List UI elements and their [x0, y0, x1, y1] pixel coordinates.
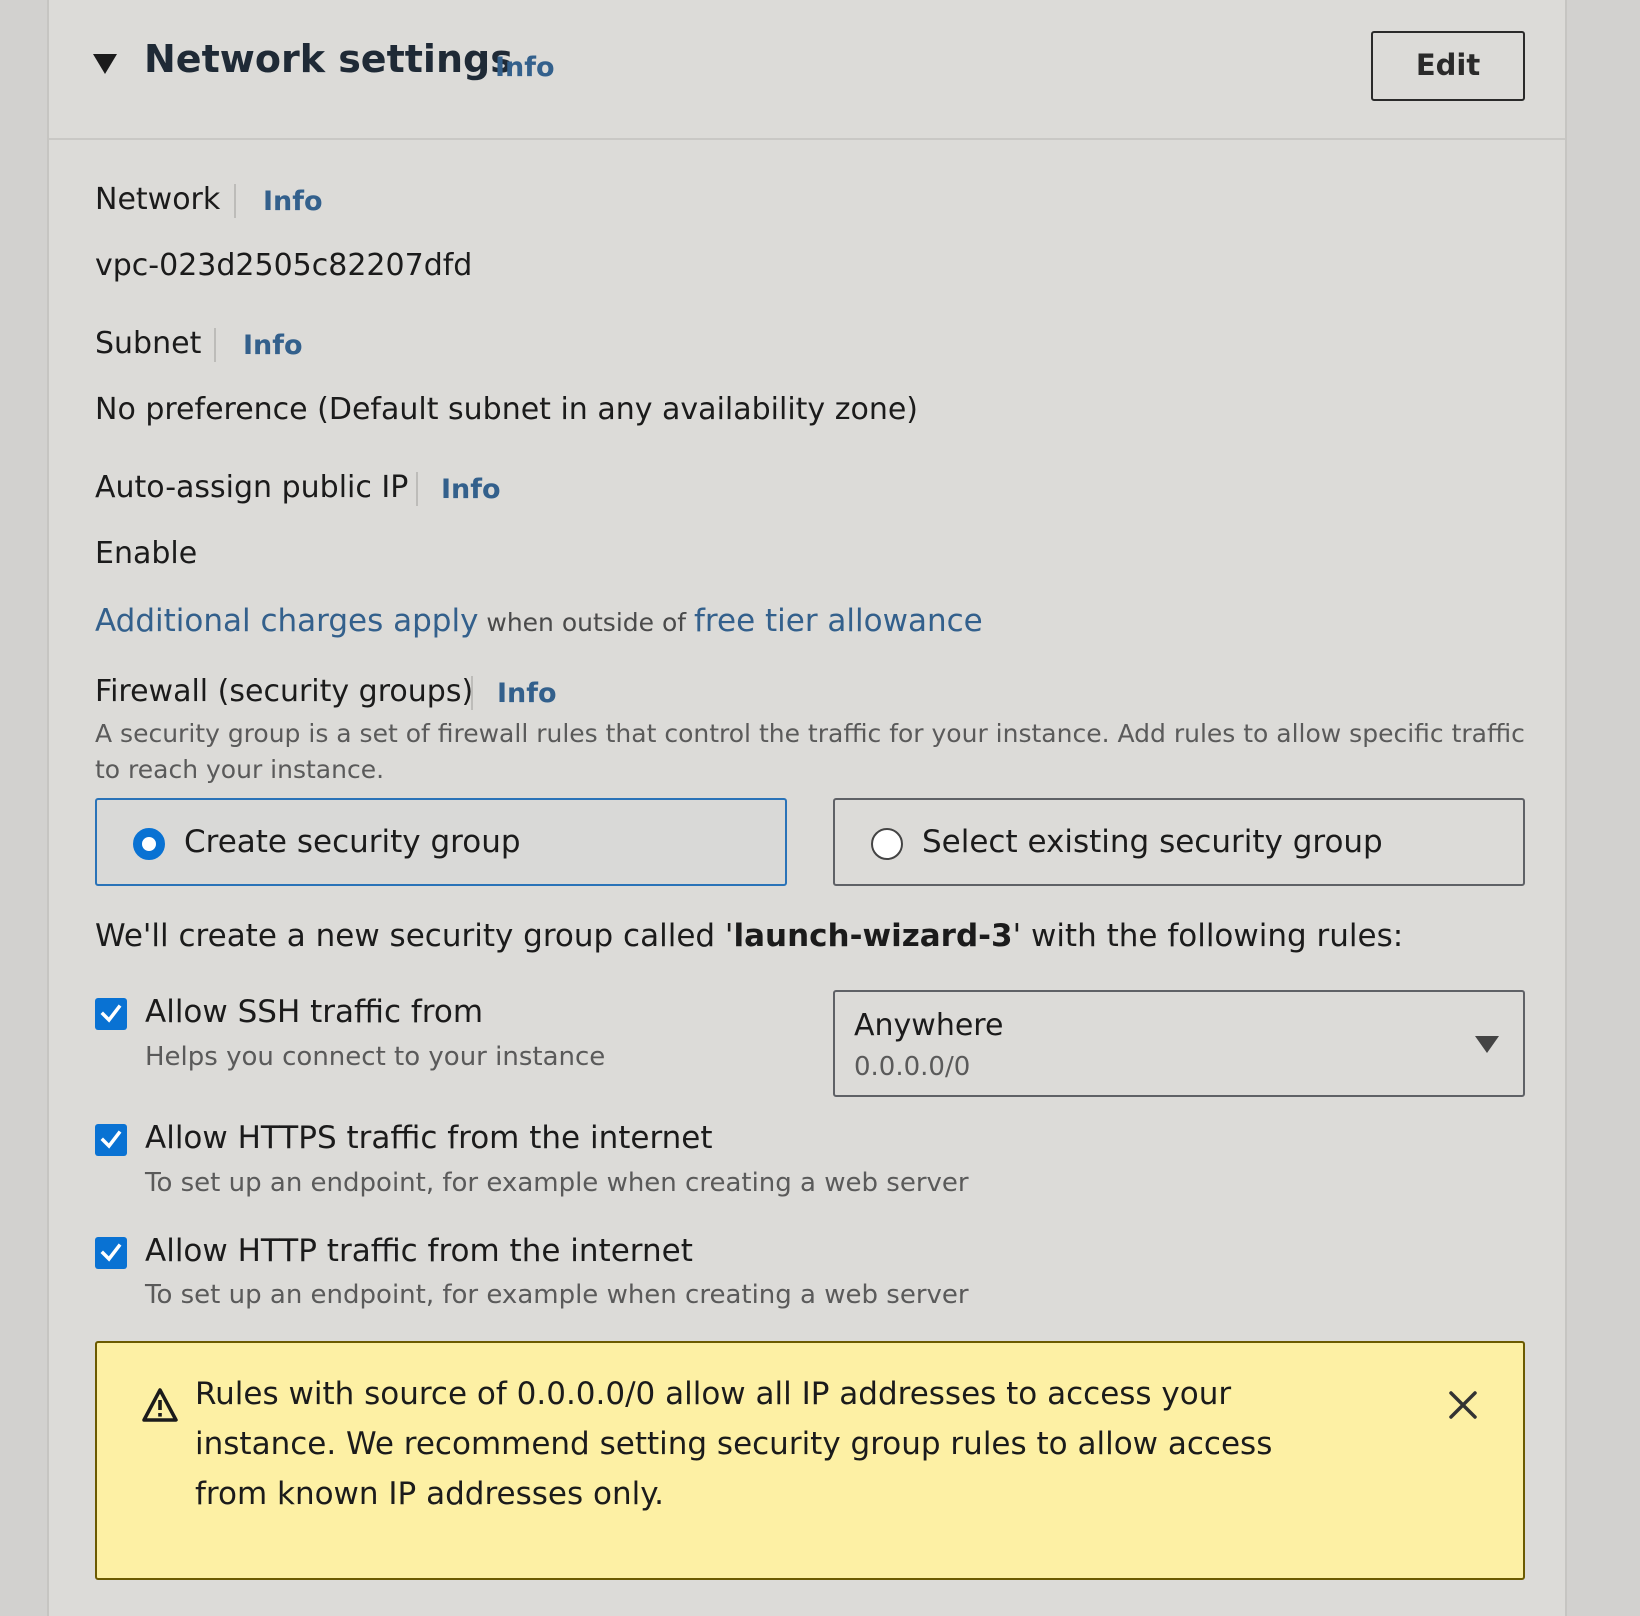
select-existing-security-group-option[interactable]: Select existing security group: [833, 798, 1525, 886]
additional-charges-link[interactable]: Additional charges apply: [95, 603, 478, 639]
network-value: vpc-023d2505c82207dfd: [95, 248, 473, 283]
ssh-rule-desc: Helps you connect to your instance: [145, 1042, 606, 1072]
panel-header: Network settings Info Edit: [49, 0, 1565, 140]
ssh-checkbox[interactable]: [95, 998, 127, 1030]
security-group-name: launch-wizard-3: [733, 918, 1013, 954]
page-title: Network settings: [144, 37, 513, 81]
charges-line: Additional charges apply when outside of…: [95, 603, 983, 639]
create-security-group-option[interactable]: Create security group: [95, 798, 787, 886]
network-info-link[interactable]: Info: [263, 186, 323, 217]
firewall-info-link[interactable]: Info: [497, 678, 557, 709]
security-group-note: We'll create a new security group called…: [95, 918, 1403, 954]
firewall-description: A security group is a set of firewall ru…: [95, 719, 1525, 784]
divider: [471, 676, 473, 710]
https-checkbox[interactable]: [95, 1124, 127, 1156]
warning-icon: [142, 1388, 178, 1422]
note-suffix: ' with the following rules:: [1012, 918, 1404, 954]
radio-unselected-icon[interactable]: [871, 828, 903, 860]
check-icon: [100, 1004, 122, 1023]
ssh-source-value: Anywhere: [854, 1008, 1004, 1043]
https-rule-label: Allow HTTPS traffic from the internet: [145, 1120, 713, 1156]
select-existing-security-group-label: Select existing security group: [922, 824, 1383, 860]
ssh-source-cidr: 0.0.0.0/0: [854, 1052, 971, 1082]
caret-down-icon[interactable]: [93, 54, 117, 74]
divider: [416, 472, 418, 506]
charges-text: when outside of: [478, 608, 695, 637]
http-checkbox[interactable]: [95, 1237, 127, 1269]
free-tier-link[interactable]: free tier allowance: [694, 603, 983, 639]
ssh-rule-label: Allow SSH traffic from: [145, 994, 484, 1030]
auto-ip-label: Auto-assign public IP: [95, 470, 409, 505]
ssh-source-select[interactable]: Anywhere 0.0.0.0/0: [833, 990, 1525, 1097]
network-settings-panel: Network settings Info Edit Network Info …: [47, 0, 1567, 1616]
auto-ip-value: Enable: [95, 536, 198, 571]
firewall-label: Firewall (security groups): [95, 674, 474, 709]
close-icon[interactable]: [1447, 1389, 1479, 1421]
auto-ip-info-link[interactable]: Info: [441, 474, 501, 505]
https-rule-desc: To set up an endpoint, for example when …: [145, 1168, 969, 1198]
check-icon: [100, 1130, 122, 1149]
note-prefix: We'll create a new security group called…: [95, 918, 734, 954]
radio-selected-icon[interactable]: [133, 828, 165, 860]
create-security-group-label: Create security group: [184, 824, 521, 860]
edit-button[interactable]: Edit: [1371, 31, 1525, 101]
http-rule-label: Allow HTTP traffic from the internet: [145, 1233, 693, 1269]
divider: [234, 184, 236, 218]
http-rule-desc: To set up an endpoint, for example when …: [145, 1280, 969, 1310]
chevron-down-icon[interactable]: [1475, 1036, 1499, 1053]
subnet-value: No preference (Default subnet in any ava…: [95, 392, 918, 427]
network-label: Network: [95, 182, 221, 217]
divider: [214, 328, 216, 362]
warning-alert: Rules with source of 0.0.0.0/0 allow all…: [95, 1341, 1525, 1580]
subnet-label: Subnet: [95, 326, 202, 361]
check-icon: [100, 1243, 122, 1262]
subnet-info-link[interactable]: Info: [243, 330, 303, 361]
title-info-link[interactable]: Info: [495, 52, 555, 83]
warning-text: Rules with source of 0.0.0.0/0 allow all…: [195, 1376, 1273, 1512]
